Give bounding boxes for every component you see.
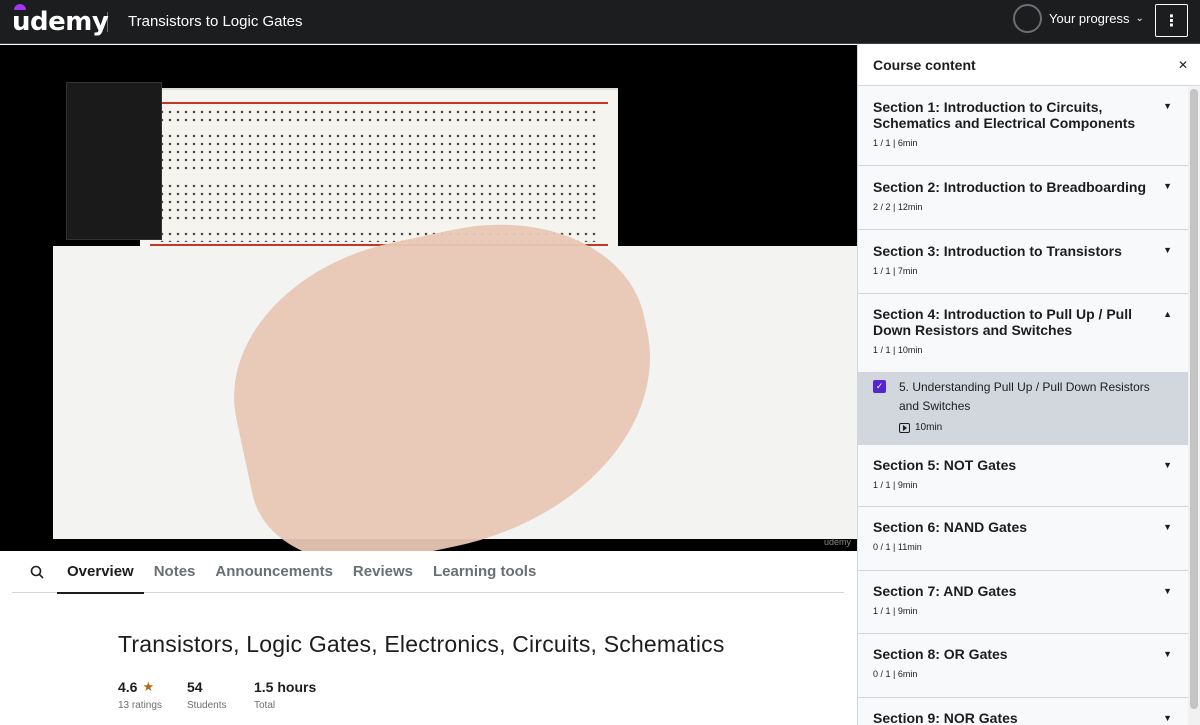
- section-3[interactable]: Section 3: Introduction to Transistors 1…: [858, 230, 1189, 294]
- chevron-down-icon: ▼: [1163, 181, 1172, 191]
- chevron-up-icon: ▲: [1163, 309, 1172, 319]
- section-7[interactable]: Section 7: AND Gates 1 / 1 | 9min ▼: [858, 571, 1189, 634]
- section-title: Section 5: NOT Gates: [873, 457, 1017, 473]
- rating-stat: 4.6 ★ 13 ratings: [118, 679, 162, 711]
- section-title: Section 4: Introduction to Pull Up / Pul…: [873, 306, 1132, 338]
- hours-label: Total: [254, 700, 276, 711]
- section-5[interactable]: Section 5: NOT Gates 1 / 1 | 9min ▼: [858, 444, 1189, 507]
- progress-ring-icon: [1013, 4, 1042, 33]
- students-stat: 54 Students: [187, 679, 226, 711]
- rating-value-row: 4.6 ★: [118, 679, 162, 695]
- section-2[interactable]: Section 2: Introduction to Breadboarding…: [858, 166, 1189, 230]
- section-title: Section 1: Introduction to Circuits, Sch…: [873, 99, 1136, 131]
- overview-title: Transistors, Logic Gates, Electronics, C…: [118, 631, 725, 657]
- udemy-logo[interactable]: udemy: [12, 3, 109, 39]
- lecture-item-active[interactable]: ✓ 5. Understanding Pull Up / Pull Down R…: [858, 372, 1189, 444]
- logo-text: udemy: [12, 3, 109, 37]
- tab-reviews[interactable]: Reviews: [343, 551, 423, 593]
- sidebar-title: Course content: [873, 56, 976, 73]
- video-play-icon: [899, 422, 910, 433]
- tab-announcements[interactable]: Announcements: [205, 551, 343, 593]
- section-4[interactable]: Section 4: Introduction to Pull Up / Pul…: [858, 294, 1189, 372]
- chevron-down-icon: ⌄: [1135, 13, 1144, 24]
- course-content-sidebar: Course content ✕ Section 1: Introduction…: [857, 44, 1200, 725]
- chevron-down-icon: ▼: [1163, 522, 1172, 532]
- section-6[interactable]: Section 6: NAND Gates 0 / 1 | 11min ▼: [858, 507, 1189, 571]
- section-meta: 1 / 1 | 7min: [873, 266, 918, 276]
- chevron-down-icon: ▼: [1163, 245, 1172, 255]
- ratings-count: 13 ratings: [118, 700, 162, 711]
- lecture-title: 5. Understanding Pull Up / Pull Down Res…: [899, 380, 1150, 413]
- section-meta: 0 / 1 | 11min: [873, 542, 922, 552]
- chevron-down-icon: ▼: [1163, 649, 1172, 659]
- checkbox-checked-icon[interactable]: ✓: [873, 380, 886, 393]
- breadboard-holes: [158, 132, 600, 172]
- chevron-down-icon: ▼: [1163, 460, 1172, 470]
- hours-stat: 1.5 hours Total: [254, 679, 316, 711]
- section-title: Section 3: Introduction to Transistors: [873, 243, 1122, 259]
- breadboard-holes: [158, 108, 600, 122]
- tab-notes[interactable]: Notes: [144, 551, 206, 593]
- course-tabs: Overview Notes Announcements Reviews Lea…: [12, 551, 844, 594]
- section-meta: 1 / 1 | 9min: [873, 606, 918, 616]
- section-meta: 0 / 1 | 6min: [873, 669, 918, 679]
- chevron-down-icon: ▼: [1163, 713, 1172, 723]
- lecture-duration-text: 10min: [915, 422, 943, 433]
- section-meta: 1 / 1 | 6min: [873, 138, 918, 148]
- video-player[interactable]: udemy: [0, 45, 857, 551]
- scrollbar-thumb[interactable]: [1190, 89, 1198, 709]
- breadboard-rail: [150, 102, 608, 104]
- breadboard-holes: [158, 182, 600, 222]
- progress-button[interactable]: Your progress ⌄: [1013, 4, 1144, 33]
- star-icon: ★: [142, 679, 155, 694]
- section-title: Section 9: NOR Gates: [873, 710, 1018, 725]
- section-title: Section 7: AND Gates: [873, 583, 1017, 599]
- progress-label: Your progress: [1049, 11, 1130, 26]
- section-meta: 2 / 2 | 12min: [873, 202, 923, 212]
- video-watermark: udemy: [823, 537, 851, 547]
- top-header: udemy Transistors to Logic Gates Your pr…: [0, 0, 1200, 44]
- section-title: Section 2: Introduction to Breadboarding: [873, 179, 1146, 195]
- chevron-down-icon: ▼: [1163, 586, 1172, 596]
- section-meta: 1 / 1 | 9min: [873, 480, 918, 490]
- hours-value: 1.5 hours: [254, 679, 317, 695]
- section-title: Section 6: NAND Gates: [873, 519, 1028, 535]
- students-count: 54: [187, 679, 203, 695]
- tab-learning-tools[interactable]: Learning tools: [423, 551, 546, 593]
- more-options-button[interactable]: ⋮: [1155, 4, 1188, 37]
- video-frame-power-module: [66, 82, 162, 240]
- section-9[interactable]: Section 9: NOR Gates ▼: [858, 698, 1189, 725]
- lecture-duration: 10min: [899, 422, 942, 433]
- students-label: Students: [187, 700, 227, 711]
- search-icon[interactable]: [17, 552, 57, 592]
- tab-overview[interactable]: Overview: [57, 551, 144, 594]
- course-title[interactable]: Transistors to Logic Gates: [128, 13, 303, 30]
- section-1[interactable]: Section 1: Introduction to Circuits, Sch…: [858, 86, 1189, 166]
- rating-value: 4.6: [118, 679, 138, 695]
- section-title: Section 8: OR Gates: [873, 646, 1008, 662]
- section-meta: 1 / 1 | 10min: [873, 345, 923, 355]
- close-icon[interactable]: ✕: [1178, 58, 1188, 72]
- sidebar-header: Course content ✕: [858, 44, 1200, 86]
- video-frame-breadboard: [140, 88, 618, 248]
- section-8[interactable]: Section 8: OR Gates 0 / 1 | 6min ▼: [858, 634, 1189, 698]
- chevron-down-icon: ▼: [1163, 101, 1172, 111]
- more-vertical-icon: ⋮: [1163, 12, 1180, 30]
- sidebar-scrollbar[interactable]: [1188, 87, 1200, 725]
